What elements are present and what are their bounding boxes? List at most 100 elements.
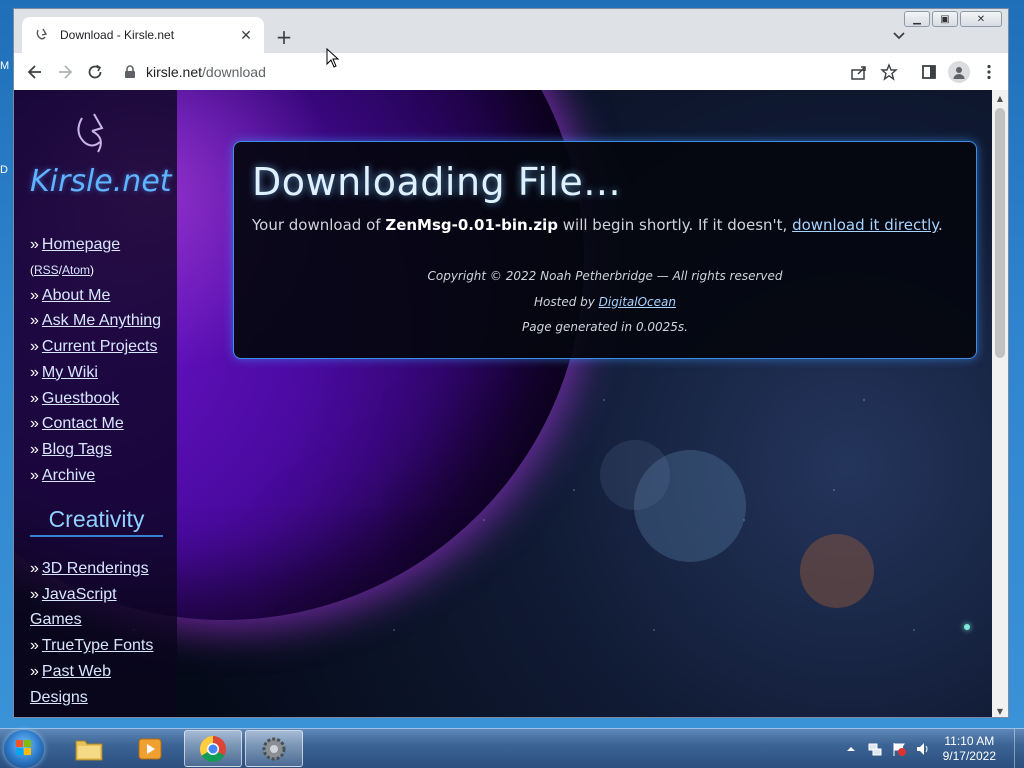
back-button[interactable] <box>20 57 50 87</box>
sidebar-item-blog-tags: » Blog Tags <box>30 437 175 463</box>
scroll-up-arrow-icon[interactable]: ▲ <box>992 90 1008 106</box>
share-icon <box>851 65 866 80</box>
share-button[interactable] <box>844 57 874 87</box>
feed-links: (RSS/Atom) <box>30 258 175 283</box>
window-controls: ▁ ▣ ✕ <box>902 11 1002 27</box>
raquo: » <box>30 363 39 381</box>
tab-close-icon[interactable]: ✕ <box>238 27 254 43</box>
hosted-prefix: Hosted by <box>534 294 599 309</box>
minimize-button[interactable]: ▁ <box>904 11 930 27</box>
sidebar-item-guestbook: » Guestbook <box>30 386 175 412</box>
blog-tags-link[interactable]: Blog Tags <box>42 441 112 458</box>
sidebar-item-homepage: » Homepage <box>30 232 175 258</box>
raquo: » <box>30 585 39 603</box>
javascript-games-link[interactable]: JavaScript <box>42 586 117 603</box>
side-panel-icon <box>922 64 936 79</box>
tab-download[interactable]: Download - Kirsle.net ✕ <box>22 17 264 53</box>
truetype-fonts-link[interactable]: TrueType Fonts <box>42 637 153 654</box>
chrome-icon <box>199 735 226 762</box>
scroll-down-arrow-icon[interactable]: ▼ <box>992 703 1008 717</box>
network-icon[interactable] <box>867 741 883 757</box>
new-tab-button[interactable]: + <box>272 25 296 49</box>
about-me-link[interactable]: About Me <box>42 287 110 304</box>
gear-icon <box>262 737 286 760</box>
sidebar-nav: » Homepage (RSS/Atom) » About Me » Ask Me A… <box>30 232 175 488</box>
sidebar-item-javascript-games: » JavaScript <box>30 582 170 608</box>
reload-button[interactable] <box>80 57 110 87</box>
sidebar-item-my-wiki: » My Wiki <box>30 360 175 386</box>
javascript-games-link-cont[interactable]: Games <box>30 611 82 628</box>
start-button[interactable] <box>4 730 44 768</box>
download-card: Downloading File... Your download of Zen… <box>233 141 977 359</box>
my-wiki-link[interactable]: My Wiki <box>42 364 98 381</box>
past-web-designs-link-cont[interactable]: Designs <box>30 689 88 706</box>
kebab-menu-icon <box>987 64 991 79</box>
address-bar[interactable]: kirsle.net/download <box>116 56 816 87</box>
show-hidden-icons-icon[interactable] <box>843 741 859 757</box>
taskbar-settings-app[interactable] <box>245 730 303 767</box>
bokeh-teal <box>964 624 970 630</box>
sidebar-item-truetype-fonts: » TrueType Fonts <box>30 633 170 659</box>
atom-link[interactable]: Atom <box>62 263 90 277</box>
raquo: » <box>30 662 39 680</box>
msg-prefix: Your download of <box>252 216 386 234</box>
guestbook-link[interactable]: Guestbook <box>42 390 119 407</box>
sidebar-item-current-projects: » Current Projects <box>30 334 175 360</box>
rss-link[interactable]: RSS <box>34 263 59 277</box>
scroll-thumb[interactable] <box>995 108 1005 358</box>
tab-strip: Download - Kirsle.net ✕ + ▁ ▣ ✕ <box>14 9 1008 53</box>
desktop-label-m: M <box>0 60 10 72</box>
creativity-nav: » 3D Renderings » JavaScript Games » TrueTy… <box>30 556 170 710</box>
msg-suffix: . <box>937 216 943 234</box>
show-desktop-button[interactable] <box>1014 729 1024 768</box>
3d-renderings-link[interactable]: 3D Renderings <box>42 560 149 577</box>
mouse-cursor-icon <box>326 48 340 68</box>
contact-me-link[interactable]: Contact Me <box>42 415 124 432</box>
menu-button[interactable] <box>974 57 1004 87</box>
windows-logo-icon <box>16 740 31 755</box>
vertical-scrollbar[interactable]: ▲ ▼ <box>992 90 1008 717</box>
browser-toolbar: kirsle.net/download <box>14 53 1008 90</box>
profile-button[interactable] <box>944 57 974 87</box>
bookmark-button[interactable] <box>874 57 904 87</box>
taskbar-clock[interactable]: 11:10 AM 9/17/2022 <box>943 734 996 764</box>
taskbar-media-player[interactable] <box>121 730 179 767</box>
volume-icon[interactable] <box>915 741 931 757</box>
kirsle-favicon-icon <box>36 28 48 40</box>
sidebar-item-ask-me-anything: » Ask Me Anything <box>30 308 175 334</box>
tab-search-chevron-down-icon[interactable] <box>890 27 908 45</box>
maximize-button[interactable]: ▣ <box>932 11 958 27</box>
bokeh-small <box>600 440 670 510</box>
raquo: » <box>30 286 39 304</box>
homepage-link[interactable]: Homepage <box>42 236 120 253</box>
reload-icon <box>88 64 102 78</box>
feed-close-paren: ) <box>90 262 95 277</box>
sidebar-item-about-me: » About Me <box>30 283 175 309</box>
clock-time: 11:10 AM <box>944 734 995 748</box>
taskbar-explorer[interactable] <box>60 730 118 767</box>
sidebar-item-past-web-designs-cont: Designs <box>30 685 170 711</box>
bokeh-orange <box>800 534 874 608</box>
taskbar-chrome[interactable] <box>184 730 242 767</box>
digitalocean-link[interactable]: DigitalOcean <box>599 295 676 309</box>
raquo: » <box>30 312 39 330</box>
url-path: /download <box>202 63 266 80</box>
site-title[interactable]: Kirsle.net <box>30 164 172 199</box>
close-window-button[interactable]: ✕ <box>960 11 1002 27</box>
side-panel-button[interactable] <box>914 57 944 87</box>
tab-title: Download - Kirsle.net <box>60 28 175 42</box>
folder-icon <box>75 740 103 760</box>
direct-download-link[interactable]: download it directly <box>792 216 938 234</box>
kirsle-logo-icon[interactable] <box>72 112 112 156</box>
sidebar-item-archive: » Archive <box>30 463 175 489</box>
ask-me-anything-link[interactable]: Ask Me Anything <box>42 312 161 329</box>
page-footer: Copyright © 2022 Noah Petherbridge — All… <box>252 264 958 341</box>
past-web-designs-link[interactable]: Past Web <box>42 663 111 680</box>
lock-icon[interactable] <box>124 64 136 79</box>
action-center-flag-icon[interactable] <box>891 741 907 757</box>
current-projects-link[interactable]: Current Projects <box>42 338 158 355</box>
page-viewport: Kirsle.net » Homepage (RSS/Atom) » About M… <box>14 90 994 717</box>
raquo: » <box>30 236 39 253</box>
forward-button[interactable] <box>50 57 80 87</box>
archive-link[interactable]: Archive <box>42 467 95 484</box>
